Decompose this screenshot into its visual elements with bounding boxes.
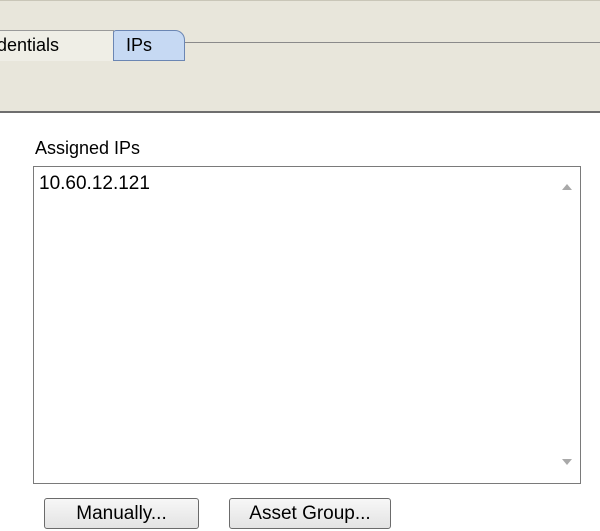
scroll-up-arrow-icon[interactable] — [562, 184, 572, 190]
assigned-ips-list[interactable]: 10.60.12.121 — [33, 166, 581, 484]
list-item[interactable]: 10.60.12.121 — [39, 173, 150, 195]
manually-button[interactable]: Manually... — [44, 498, 199, 529]
tab-strip: dentials IPs — [0, 0, 600, 113]
assigned-ips-label: Assigned IPs — [35, 138, 141, 158]
tab-divider-line — [183, 42, 600, 43]
tab-credentials[interactable]: dentials — [0, 30, 114, 61]
scroll-down-arrow-icon[interactable] — [562, 459, 572, 465]
ips-panel: dentials IPs Assigned IPs 10.60.12.121 M… — [0, 0, 600, 531]
asset-group-button[interactable]: Asset Group... — [229, 498, 391, 529]
tab-ips[interactable]: IPs — [113, 30, 185, 61]
list-scrollbar[interactable] — [553, 167, 580, 483]
